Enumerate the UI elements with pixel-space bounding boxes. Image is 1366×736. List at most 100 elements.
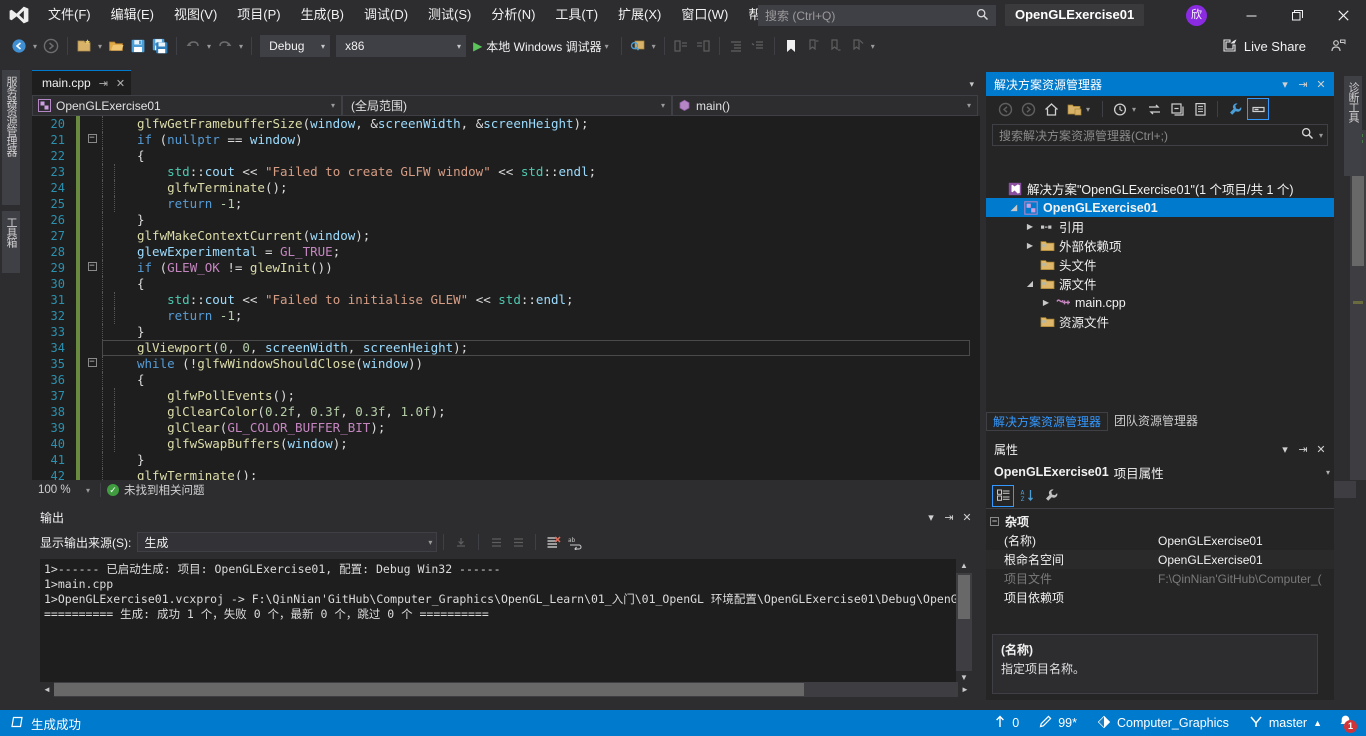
property-row-name[interactable]: (名称) OpenGLExercise01 [986, 531, 1334, 550]
start-debugging-button[interactable]: ▶ 本地 Windows 调试器 ▾ [469, 34, 616, 58]
comment-selection-icon[interactable] [670, 34, 692, 58]
uncomment-selection-icon[interactable] [692, 34, 714, 58]
clear-all-icon[interactable] [542, 531, 564, 553]
menu-item-tools[interactable]: 工具(T) [545, 0, 608, 30]
output-source-combo[interactable]: 生成 ▾ [137, 532, 437, 552]
menu-item-extensions[interactable]: 扩展(X) [608, 0, 671, 30]
redo-icon[interactable] [214, 34, 236, 58]
code-line[interactable]: 28glewExperimental = GL_TRUE; [32, 244, 980, 260]
pending-changes-icon[interactable] [1109, 98, 1131, 120]
tree-twisty-icon[interactable]: ◢ [1022, 279, 1038, 288]
code-line[interactable]: 39 glClear(GL_COLOR_BUFFER_BIT); [32, 420, 980, 436]
navbar-member-selector[interactable]: main() ▾ [672, 95, 978, 116]
close-icon[interactable]: ✕ [116, 77, 125, 90]
save-all-icon[interactable] [149, 34, 171, 58]
chevron-down-icon[interactable]: ▾ [1276, 440, 1294, 458]
menu-item-project[interactable]: 项目(P) [227, 0, 290, 30]
tree-twisty-icon[interactable]: ◢ [1006, 203, 1022, 212]
properties-subject-selector[interactable]: OpenGLExercise01 项目属性 ▾ [986, 461, 1334, 483]
new-project-dropdown-icon[interactable]: ▾ [95, 42, 105, 51]
alphabetical-view-icon[interactable]: AZ [1016, 485, 1038, 507]
tree-twisty-icon[interactable]: ▶ [1022, 222, 1038, 231]
solution-explorer-search-input[interactable]: 搜索解决方案资源管理器(Ctrl+;) ▾ [992, 124, 1328, 146]
menu-item-edit[interactable]: 编辑(E) [101, 0, 164, 30]
code-line[interactable]: 37 glfwPollEvents(); [32, 388, 980, 404]
code-line[interactable]: 30{ [32, 276, 980, 292]
menu-item-build[interactable]: 生成(B) [291, 0, 354, 30]
configuration-combo[interactable]: Debug ▾ [260, 35, 330, 57]
go-to-previous-message-icon[interactable] [485, 531, 507, 553]
account-avatar[interactable]: 欣 [1186, 5, 1207, 26]
fold-toggle-icon[interactable]: − [85, 260, 99, 276]
tree-node[interactable]: 解决方案"OpenGLExercise01"(1 个项目/共 1 个) [986, 179, 1334, 198]
code-line[interactable]: 26} [32, 212, 980, 228]
sync-with-active-document-icon[interactable] [1143, 98, 1165, 120]
code-line[interactable]: 36{ [32, 372, 980, 388]
scroll-up-icon[interactable]: ▲ [956, 559, 972, 573]
fold-toggle-icon[interactable]: − [85, 132, 99, 148]
previous-bookmark-icon[interactable] [802, 34, 824, 58]
output-horizontal-scrollbar[interactable]: ◄ ► [40, 682, 972, 697]
code-line[interactable]: 25 return -1; [32, 196, 980, 212]
pin-icon[interactable]: ⇥ [940, 508, 958, 526]
chevron-down-icon[interactable]: ▾ [1276, 75, 1294, 93]
show-all-files-icon[interactable] [1063, 98, 1085, 120]
tree-node[interactable]: ▶外部依赖项 [986, 236, 1334, 255]
undo-dropdown-icon[interactable]: ▾ [204, 42, 214, 51]
navigate-forward-icon[interactable] [40, 34, 62, 58]
tree-node[interactable]: ▶引用 [986, 217, 1334, 236]
navigate-back-dropdown-icon[interactable]: ▾ [30, 42, 40, 51]
wrench-icon[interactable] [1224, 98, 1246, 120]
fold-toggle-icon[interactable]: − [85, 356, 99, 372]
chevron-down-icon[interactable]: ▾ [1086, 105, 1096, 114]
code-line[interactable]: 35−while (!glfwWindowShouldClose(window)… [32, 356, 980, 372]
code-line[interactable]: 22{ [32, 148, 980, 164]
code-line[interactable]: 31 std::cout << "Failed to initialise GL… [32, 292, 980, 308]
save-icon[interactable] [127, 34, 149, 58]
code-line[interactable]: 21−if (nullptr == window) [32, 132, 980, 148]
navigate-back-icon[interactable] [8, 34, 30, 58]
find-message-icon[interactable] [450, 531, 472, 553]
output-hscroll-thumb[interactable] [54, 683, 804, 696]
menu-item-test[interactable]: 测试(S) [418, 0, 481, 30]
feedback-icon[interactable] [1326, 34, 1350, 58]
output-text-area[interactable]: 1>------ 已启动生成: 项目: OpenGLExercise01, 配置… [40, 559, 972, 685]
code-line[interactable]: 40 glfwSwapBuffers(window); [32, 436, 980, 452]
code-line[interactable]: 27glfwMakeContextCurrent(window); [32, 228, 980, 244]
close-icon[interactable]: ✕ [1312, 75, 1330, 93]
chevron-down-icon[interactable]: ▾ [1132, 105, 1142, 114]
close-icon[interactable]: ✕ [958, 508, 976, 526]
forward-icon[interactable] [1017, 98, 1039, 120]
tree-node[interactable]: ◢源文件 [986, 274, 1334, 293]
code-line[interactable]: 23 std::cout << "Failed to create GLFW w… [32, 164, 980, 180]
editor-scroll-thumb[interactable] [1352, 176, 1364, 266]
collapse-icon[interactable]: − [990, 517, 999, 526]
menu-item-debug[interactable]: 调试(D) [354, 0, 418, 30]
minimize-button[interactable] [1228, 0, 1274, 30]
attach-to-process-icon[interactable] [627, 34, 649, 58]
tab-solution-explorer[interactable]: 解决方案资源管理器 [986, 412, 1108, 431]
open-file-icon[interactable] [105, 34, 127, 58]
tree-twisty-icon[interactable]: ▶ [1038, 298, 1054, 307]
menu-item-file[interactable]: 文件(F) [38, 0, 101, 30]
tree-twisty-icon[interactable]: ▶ [1022, 241, 1038, 250]
close-button[interactable] [1320, 0, 1366, 30]
properties-grid[interactable]: − 杂项 (名称) OpenGLExercise01 根命名空间 OpenGLE… [986, 509, 1334, 607]
menu-item-analyze[interactable]: 分析(N) [481, 0, 545, 30]
menu-item-view[interactable]: 视图(V) [164, 0, 227, 30]
server-explorer-tab[interactable]: 服务器资源管理器 [2, 70, 20, 205]
tree-node[interactable]: ◢OpenGLExercise01 [986, 198, 1334, 217]
decrease-indent-icon[interactable] [725, 34, 747, 58]
property-row-root-namespace[interactable]: 根命名空间 OpenGLExercise01 [986, 550, 1334, 569]
back-icon[interactable] [994, 98, 1016, 120]
undo-icon[interactable] [182, 34, 204, 58]
pin-icon[interactable]: ⇥ [99, 77, 108, 90]
output-vertical-scrollbar[interactable]: ▲ ▼ [956, 559, 972, 685]
pin-icon[interactable]: ⇥ [1294, 75, 1312, 93]
repository-item[interactable]: Computer_Graphics [1087, 710, 1239, 736]
property-value[interactable]: OpenGLExercise01 [1156, 534, 1334, 548]
code-line[interactable]: 38 glClearColor(0.2f, 0.3f, 0.3f, 1.0f); [32, 404, 980, 420]
tab-team-explorer[interactable]: 团队资源管理器 [1108, 412, 1204, 431]
notifications-item[interactable]: 1 [1332, 710, 1358, 736]
chevron-down-icon[interactable]: ▾ [1319, 131, 1323, 140]
